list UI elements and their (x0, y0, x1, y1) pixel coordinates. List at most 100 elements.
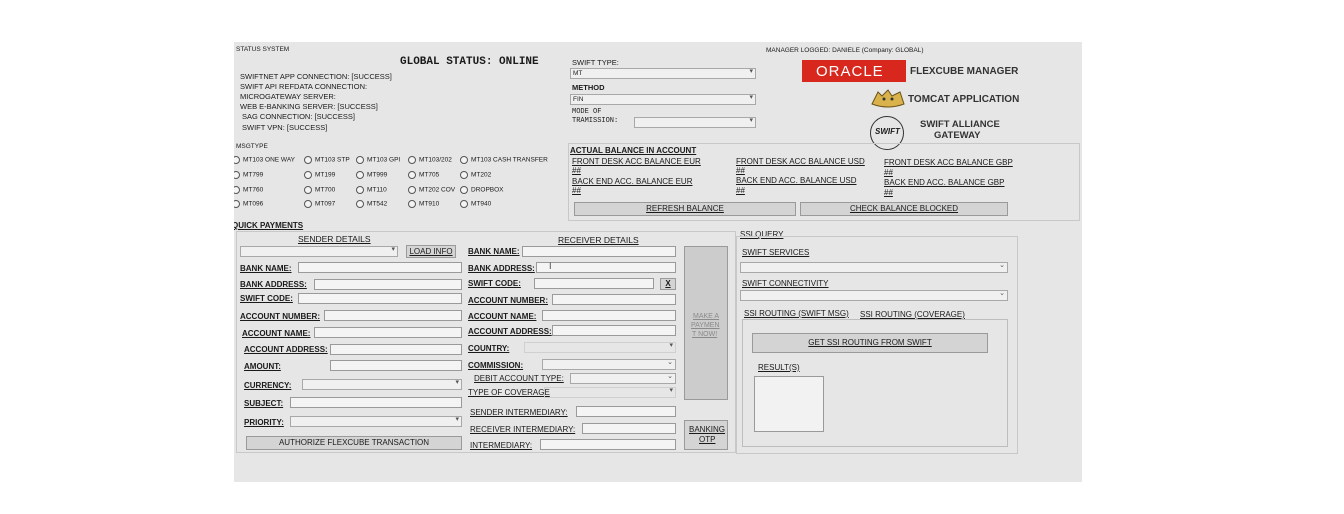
radio-icon (408, 171, 416, 179)
radio-mt103-202[interactable]: MT103/202 (408, 156, 452, 164)
radio-mt096[interactable]: MT096 (234, 200, 263, 208)
radio-icon (234, 156, 240, 164)
authorize-flexcube-button[interactable]: AUTHORIZE FLEXCUBE TRANSACTION (246, 436, 462, 450)
receiver-intermediary-label: RECEIVER INTERMEDIARY: (470, 425, 576, 434)
receiver-intermediary-field[interactable] (582, 423, 676, 434)
chevron-down-icon: ⌄ (999, 290, 1005, 297)
receiver-swift-code-field[interactable] (534, 278, 654, 289)
swift-type-value: MT (573, 70, 583, 77)
country-select[interactable]: ▾ (524, 342, 676, 353)
banking-otp-button[interactable]: BANKING OTP (684, 420, 728, 450)
sender-details-title: SENDER DETAILS (298, 234, 371, 244)
commission-label: COMMISSION: (468, 361, 524, 370)
sender-account-number-field[interactable] (324, 310, 462, 321)
load-info-label: LOAD INFO (409, 247, 453, 256)
radio-mt760[interactable]: MT760 (234, 186, 263, 194)
receiver-bank-address-field[interactable]: I (536, 261, 676, 273)
radio-mt103-one-way[interactable]: MT103 ONE WAY (234, 156, 295, 164)
radio-mt103-cash-transfer[interactable]: MT103 CASH TRANSFER (460, 156, 548, 164)
radio-label: MT940 (471, 200, 492, 208)
type-of-coverage-select[interactable]: ▾ (544, 387, 676, 398)
currency-select[interactable]: ▾ (302, 379, 462, 390)
radio-mt910[interactable]: MT910 (408, 200, 439, 208)
results-box[interactable] (754, 376, 824, 432)
make-payment-line: T NOW! (692, 331, 718, 338)
radio-label: DROPBOX (471, 186, 504, 194)
radio-mt542[interactable]: MT542 (356, 200, 387, 208)
commission-select[interactable]: ⌄ (542, 359, 676, 370)
get-ssi-routing-button[interactable]: GET SSI ROUTING FROM SWIFT (752, 333, 988, 353)
radio-mt700[interactable]: MT700 (304, 186, 335, 194)
sender-account-name-field[interactable] (314, 327, 462, 338)
radio-mt799[interactable]: MT799 (234, 171, 263, 179)
sender-swift-code-label: SWIFT CODE: (240, 294, 293, 303)
debit-account-type-label: DEBIT ACCOUNT TYPE: (474, 374, 564, 383)
debit-account-type-select[interactable]: ⌄ (570, 373, 676, 384)
sender-intermediary-field[interactable] (576, 406, 676, 417)
sender-load-select[interactable]: ▾ (240, 246, 398, 257)
swift-type-select[interactable]: MT ▾ (570, 68, 756, 79)
oracle-logo: ORACLE (802, 60, 906, 82)
mode-label: MODE OF (572, 108, 602, 116)
radio-icon (234, 171, 240, 179)
check-balance-blocked-button[interactable]: CHECK BALANCE BLOCKED (800, 202, 1008, 216)
radio-mt940[interactable]: MT940 (460, 200, 491, 208)
refresh-balance-label: REFRESH BALANCE (646, 204, 724, 213)
priority-label: PRIORITY: (244, 418, 284, 427)
receiver-bank-name-field[interactable] (522, 246, 676, 257)
radio-mt999[interactable]: MT999 (356, 171, 387, 179)
tab-ssi-routing-swift-msg[interactable]: SSI ROUTING (SWIFT MSG) (744, 309, 849, 318)
status-line: WEB E-BANKING SERVER: [SUCCESS] (240, 102, 378, 111)
balance-title: ACTUAL BALANCE IN ACCOUNT (570, 146, 697, 155)
radio-mt202-cov[interactable]: MT202 COV (408, 186, 455, 194)
tramission-select[interactable]: ▾ (634, 117, 756, 128)
method-value: FIN (573, 96, 584, 103)
intermediary-label: INTERMEDIARY: (470, 441, 533, 450)
sender-account-address-field[interactable] (330, 344, 462, 355)
swift-services-select[interactable]: ⌄ (740, 262, 1008, 273)
get-ssi-routing-label: GET SSI ROUTING FROM SWIFT (808, 338, 932, 347)
tab-ssi-routing-coverage[interactable]: SSI ROUTING (COVERAGE) (860, 310, 965, 319)
amount-field[interactable] (330, 360, 462, 371)
radio-mt705[interactable]: MT705 (408, 171, 439, 179)
type-of-coverage-label: TYPE OF COVERAGE (468, 388, 550, 397)
receiver-bank-name-label: BANK NAME: (468, 247, 520, 256)
refresh-balance-button[interactable]: REFRESH BALANCE (574, 202, 796, 216)
make-payment-button[interactable]: MAKE A PAYMEN T NOW! (684, 246, 728, 400)
radio-dropbox[interactable]: DROPBOX (460, 186, 504, 194)
subject-field[interactable] (290, 397, 462, 408)
front-desk-eur-value: ## (572, 166, 581, 175)
radio-mt103-stp[interactable]: MT103 STP (304, 156, 350, 164)
radio-mt103-gpi[interactable]: MT103 GPI (356, 156, 400, 164)
front-desk-eur-label: FRONT DESK ACC BALANCE EUR (572, 157, 701, 166)
sender-swift-code-field[interactable] (298, 293, 462, 304)
currency-label: CURRENCY: (244, 381, 292, 390)
radio-mt097[interactable]: MT097 (304, 200, 335, 208)
receiver-account-name-field[interactable] (542, 310, 676, 321)
receiver-account-address-field[interactable] (552, 325, 676, 336)
radio-mt110[interactable]: MT110 (356, 186, 387, 194)
swift-connectivity-select[interactable]: ⌄ (740, 290, 1008, 301)
sender-bank-address-field[interactable] (314, 279, 462, 290)
clear-swift-code-button[interactable]: X (660, 278, 676, 290)
receiver-account-number-field[interactable] (552, 294, 676, 305)
intermediary-field[interactable] (540, 439, 676, 450)
manager-logged: MANAGER LOGGED: DANIELE (Company: GLOBAL… (766, 47, 924, 54)
radio-icon (408, 200, 416, 208)
load-info-button[interactable]: LOAD INFO (406, 245, 456, 258)
method-select[interactable]: FIN ▾ (570, 94, 756, 105)
radio-label: MT700 (315, 186, 336, 194)
radio-mt202[interactable]: MT202 (460, 171, 491, 179)
back-end-usd-value: ## (736, 186, 745, 195)
radio-mt199[interactable]: MT199 (304, 171, 335, 179)
make-payment-line: MAKE A (693, 313, 720, 320)
quick-payments-title: QUICK PAYMENTS (234, 221, 304, 230)
sender-bank-name-field[interactable] (298, 262, 462, 273)
radio-icon (408, 186, 416, 194)
priority-select[interactable]: ▾ (290, 416, 462, 427)
status-line: SWIFT API REFDATA CONNECTION: (240, 82, 368, 91)
oracle-logo-text: ORACLE (816, 63, 884, 80)
flexcube-manager-label: FLEXCUBE MANAGER (910, 66, 1019, 77)
status-system-label: STATUS SYSTEM (236, 46, 290, 53)
receiver-account-name-label: ACCOUNT NAME: (468, 312, 537, 321)
